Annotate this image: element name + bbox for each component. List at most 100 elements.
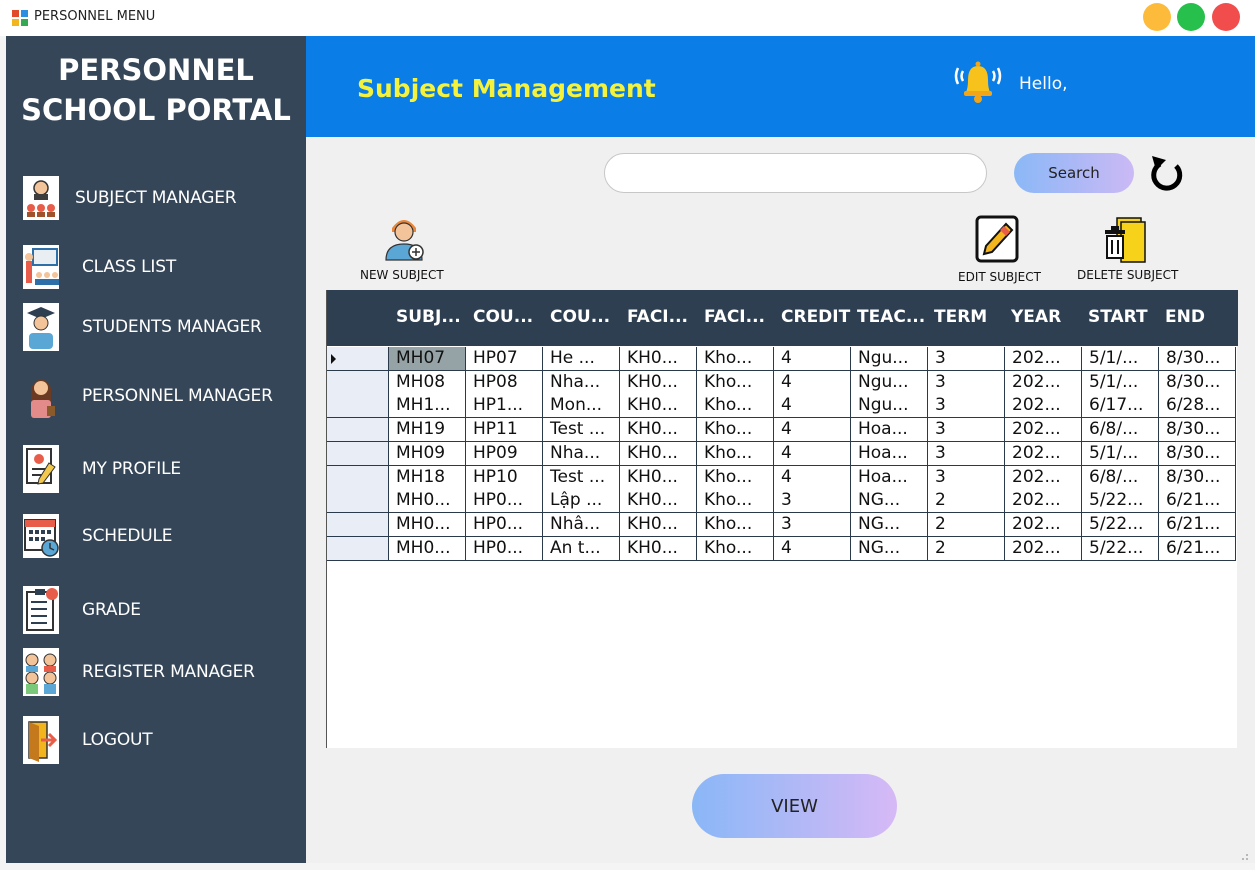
table-cell[interactable]: HP1... <box>466 394 543 419</box>
table-cell[interactable]: HP0... <box>466 536 543 561</box>
table-cell[interactable]: 202... <box>1005 512 1082 537</box>
table-cell[interactable]: Kho... <box>697 418 774 443</box>
table-cell[interactable]: 5/1/... <box>1082 347 1159 371</box>
table-cell[interactable]: 6/21... <box>1159 489 1236 514</box>
table-cell[interactable]: He ... <box>543 347 620 371</box>
table-cell[interactable]: 202... <box>1005 394 1082 419</box>
row-header[interactable] <box>327 394 389 419</box>
table-cell[interactable]: 202... <box>1005 489 1082 514</box>
row-header[interactable] <box>327 347 389 371</box>
maximize-button[interactable] <box>1177 3 1205 31</box>
table-row[interactable]: MH0... HP0... Nhâ... KH0... Kho... 3 NG... 2 202… <box>327 512 1238 537</box>
table-cell[interactable]: 202... <box>1005 465 1082 490</box>
table-cell[interactable]: 4 <box>774 394 851 419</box>
new-subject-button[interactable]: NEW SUBJECT <box>360 214 456 284</box>
column-header[interactable]: YEAR <box>1011 307 1083 327</box>
column-header[interactable]: START <box>1088 307 1160 327</box>
column-header[interactable]: END <box>1165 307 1237 327</box>
table-cell[interactable]: 8/30... <box>1159 465 1236 490</box>
column-header[interactable]: SUBJ... <box>396 307 468 327</box>
table-cell[interactable]: Kho... <box>697 465 774 490</box>
table-cell[interactable]: 3 <box>928 347 1005 371</box>
table-cell[interactable]: 6/28... <box>1159 394 1236 419</box>
table-cell[interactable]: Kho... <box>697 394 774 419</box>
table-cell[interactable]: Hoa... <box>851 418 928 443</box>
sidebar-item-class-list[interactable]: CLASS LIST <box>6 240 306 294</box>
minimize-button[interactable] <box>1143 3 1171 31</box>
table-cell[interactable]: 3 <box>928 418 1005 443</box>
table-cell[interactable]: NG... <box>851 512 928 537</box>
table-row[interactable]: MH0... HP0... Lập ... KH0... Kho... 3 NG... 2 20… <box>327 489 1238 514</box>
table-cell[interactable]: KH0... <box>620 465 697 490</box>
sidebar-item-grade[interactable]: GRADE <box>6 583 306 637</box>
table-cell[interactable]: 4 <box>774 465 851 490</box>
table-cell[interactable]: 2 <box>928 489 1005 514</box>
sidebar-item-schedule[interactable]: SCHEDULE <box>6 509 306 563</box>
table-cell[interactable]: 6/8/... <box>1082 465 1159 490</box>
table-cell[interactable]: KH0... <box>620 418 697 443</box>
table-cell[interactable]: 5/22... <box>1082 536 1159 561</box>
table-cell[interactable]: 3 <box>774 489 851 514</box>
edit-subject-button[interactable]: EDIT SUBJECT <box>958 214 1050 286</box>
search-input[interactable] <box>604 153 987 193</box>
table-cell[interactable]: 5/22... <box>1082 512 1159 537</box>
table-cell[interactable]: MH0... <box>389 536 466 561</box>
table-cell[interactable]: MH1... <box>389 394 466 419</box>
table-cell[interactable]: Hoa... <box>851 465 928 490</box>
table-cell[interactable]: KH0... <box>620 441 697 466</box>
refresh-icon[interactable] <box>1146 152 1186 196</box>
table-row[interactable]: MH1... HP1... Mon... KH0... Kho... 4 Ngu... 3 20… <box>327 394 1238 419</box>
table-cell[interactable]: Kho... <box>697 370 774 395</box>
column-header[interactable]: CREDIT <box>781 307 853 327</box>
table-cell[interactable]: KH0... <box>620 347 697 371</box>
column-header[interactable]: TEAC... <box>857 307 929 327</box>
table-cell[interactable]: 6/21... <box>1159 512 1236 537</box>
table-row[interactable]: MH0... HP0... An t... KH0... Kho... 4 NG... 2 20… <box>327 536 1238 561</box>
table-cell[interactable]: 6/17... <box>1082 394 1159 419</box>
table-cell[interactable]: 8/30... <box>1159 441 1236 466</box>
sidebar-item-subject-manager[interactable]: SUBJECT MANAGER <box>6 171 306 225</box>
table-cell[interactable]: 4 <box>774 418 851 443</box>
search-button[interactable]: Search <box>1014 153 1134 193</box>
table-cell[interactable]: HP10 <box>466 465 543 490</box>
table-cell[interactable]: 6/21... <box>1159 536 1236 561</box>
table-cell[interactable]: Hoa... <box>851 441 928 466</box>
table-cell[interactable]: 2 <box>928 536 1005 561</box>
table-cell[interactable]: 4 <box>774 536 851 561</box>
table-row[interactable]: MH18 HP10 Test ... KH0... Kho... 4 Hoa... 3 202.… <box>327 465 1238 490</box>
table-cell[interactable]: 3 <box>928 370 1005 395</box>
column-header[interactable]: COU... <box>473 307 545 327</box>
table-cell[interactable]: 202... <box>1005 418 1082 443</box>
bell-icon[interactable] <box>952 58 1004 104</box>
table-cell[interactable]: KH0... <box>620 536 697 561</box>
table-cell[interactable]: 202... <box>1005 347 1082 371</box>
table-row[interactable]: MH19 HP11 Test ... KH0... Kho... 4 Hoa... 3 202.… <box>327 418 1238 443</box>
table-cell[interactable]: HP07 <box>466 347 543 371</box>
table-cell[interactable]: KH0... <box>620 489 697 514</box>
delete-subject-button[interactable]: DELETE SUBJECT <box>1077 214 1189 286</box>
table-cell[interactable]: MH19 <box>389 418 466 443</box>
table-cell[interactable]: 202... <box>1005 441 1082 466</box>
resize-grip-icon[interactable] <box>1238 850 1250 862</box>
table-cell[interactable]: 8/30... <box>1159 370 1236 395</box>
table-cell[interactable]: MH0... <box>389 489 466 514</box>
view-button[interactable]: VIEW <box>692 774 897 838</box>
table-cell[interactable]: Nha... <box>543 441 620 466</box>
table-cell[interactable]: MH0... <box>389 512 466 537</box>
table-cell[interactable]: Kho... <box>697 489 774 514</box>
table-cell[interactable]: KH0... <box>620 394 697 419</box>
table-cell[interactable]: An t... <box>543 536 620 561</box>
table-cell[interactable]: HP11 <box>466 418 543 443</box>
column-header[interactable]: COU... <box>550 307 622 327</box>
table-cell[interactable]: KH0... <box>620 512 697 537</box>
row-header[interactable] <box>327 441 389 466</box>
table-cell[interactable]: Test ... <box>543 418 620 443</box>
table-cell[interactable]: MH18 <box>389 465 466 490</box>
sidebar-item-students-manager[interactable]: STUDENTS MANAGER <box>6 300 306 354</box>
table-cell[interactable]: 2 <box>928 512 1005 537</box>
column-header[interactable]: FACI... <box>704 307 776 327</box>
table-cell[interactable]: KH0... <box>620 370 697 395</box>
table-row[interactable]: MH07 HP07 He ... KH0... Kho... 4 Ngu... 3 202...… <box>327 347 1238 371</box>
table-cell[interactable]: MH07 <box>389 347 466 371</box>
table-cell[interactable]: NG... <box>851 536 928 561</box>
